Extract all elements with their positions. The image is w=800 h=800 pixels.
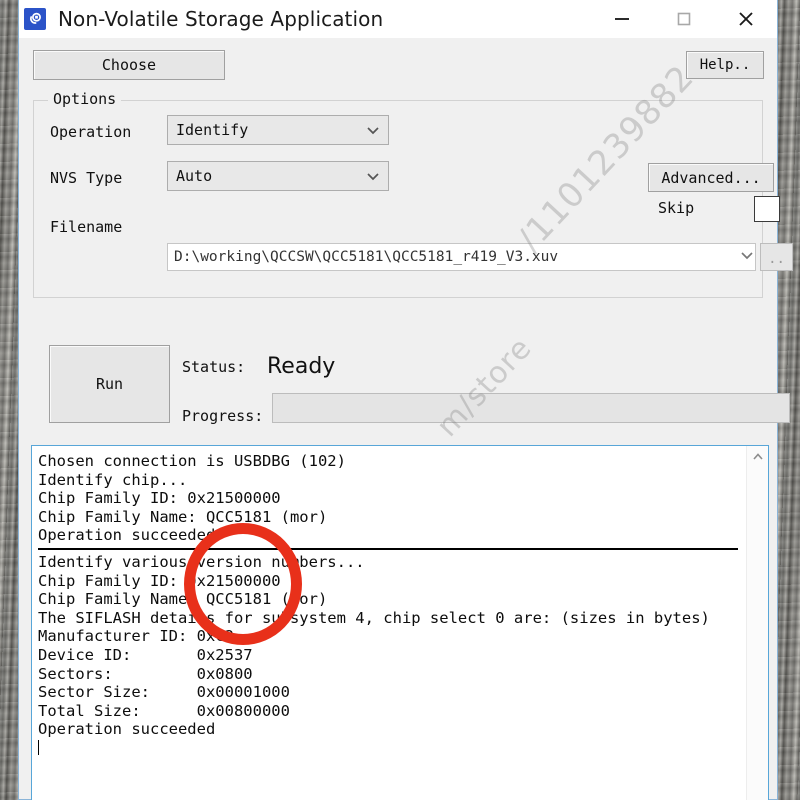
log-line: Identify various version numbers... bbox=[38, 552, 365, 571]
log-scrollbar[interactable] bbox=[746, 446, 768, 800]
log-panel[interactable]: Chosen connection is USBDBG (102) Identi… bbox=[31, 445, 769, 800]
browse-button[interactable]: .. bbox=[760, 243, 793, 271]
close-button[interactable] bbox=[715, 0, 777, 38]
filename-label: Filename bbox=[50, 218, 123, 236]
log-line: Chip Family ID: 0x21500000 bbox=[38, 489, 281, 508]
status-label: Status: bbox=[182, 358, 246, 376]
chevron-up-icon[interactable] bbox=[747, 446, 768, 467]
log-block-two: Identify various version numbers... Chip… bbox=[38, 553, 746, 739]
nvs-type-value: Auto bbox=[176, 167, 213, 185]
log-line: Chip Family Name: QCC5181 (mor) bbox=[38, 507, 328, 526]
help-button[interactable]: Help.. bbox=[686, 51, 764, 79]
log-separator bbox=[38, 547, 738, 550]
chevron-down-icon bbox=[358, 122, 388, 138]
operation-value: Identify bbox=[176, 121, 249, 139]
operation-label: Operation bbox=[50, 123, 132, 141]
log-line: Total Size: 0x00800000 bbox=[38, 701, 290, 720]
advanced-button[interactable]: Advanced... bbox=[648, 163, 774, 192]
log-line: Operation succeeded bbox=[38, 720, 216, 739]
log-output[interactable]: Chosen connection is USBDBG (102) Identi… bbox=[32, 446, 746, 800]
maximize-button[interactable] bbox=[653, 0, 715, 38]
log-line: Chip Family Name: QCC5181 (mor) bbox=[38, 590, 328, 609]
window-controls bbox=[591, 0, 777, 38]
qualcomm-logo-icon bbox=[24, 8, 46, 30]
options-group-legend: Options bbox=[48, 90, 122, 108]
filename-combobox[interactable]: D:\working\QCCSW\QCC5181\QCC5181_r419_V3… bbox=[167, 243, 756, 271]
text-caret bbox=[38, 739, 39, 755]
desktop-background: Non-Volatile Storage Application Choose … bbox=[0, 0, 800, 800]
nvs-type-combobox[interactable]: Auto bbox=[167, 161, 389, 191]
log-line: Device ID: 0x2537 bbox=[38, 645, 253, 664]
run-button[interactable]: Run bbox=[49, 345, 170, 423]
log-line: Manufacturer ID: 0xc2 bbox=[38, 627, 234, 646]
log-block-one: Chosen connection is USBDBG (102) Identi… bbox=[38, 452, 746, 545]
operation-combobox[interactable]: Identify bbox=[167, 115, 389, 145]
progress-bar bbox=[272, 393, 790, 423]
log-line: Chosen connection is USBDBG (102) bbox=[38, 452, 346, 470]
log-line: Operation succeeded bbox=[38, 526, 216, 545]
choose-button[interactable]: Choose bbox=[33, 50, 225, 80]
skip-checkbox[interactable] bbox=[754, 196, 780, 222]
minimize-button[interactable] bbox=[591, 0, 653, 38]
application-window: Non-Volatile Storage Application Choose … bbox=[18, 0, 793, 800]
log-line: Sector Size: 0x00001000 bbox=[38, 683, 290, 702]
title-bar: Non-Volatile Storage Application bbox=[19, 0, 777, 38]
options-group: Options Operation Identify NVS Type Auto bbox=[33, 90, 793, 298]
log-line: Identify chip... bbox=[38, 470, 188, 489]
progress-label: Progress: bbox=[182, 407, 264, 425]
nvs-type-label: NVS Type bbox=[50, 169, 123, 187]
window-title: Non-Volatile Storage Application bbox=[58, 7, 384, 31]
chevron-down-icon bbox=[358, 168, 388, 184]
log-cursor-line bbox=[38, 739, 746, 758]
filename-value: D:\working\QCCSW\QCC5181\QCC5181_r419_V3… bbox=[174, 249, 559, 265]
client-area: Choose Help.. Options Operation Identify… bbox=[19, 38, 793, 800]
log-line: Chip Family ID: 0x21500000 bbox=[38, 571, 281, 590]
chevron-down-icon[interactable] bbox=[739, 247, 755, 268]
log-line: Sectors: 0x0800 bbox=[38, 664, 253, 683]
skip-label: Skip bbox=[658, 199, 695, 217]
top-button-row: Choose Help.. bbox=[19, 50, 777, 80]
log-line: The SIFLASH details for subsystem 4, chi… bbox=[38, 608, 710, 627]
status-value: Ready bbox=[267, 354, 336, 379]
